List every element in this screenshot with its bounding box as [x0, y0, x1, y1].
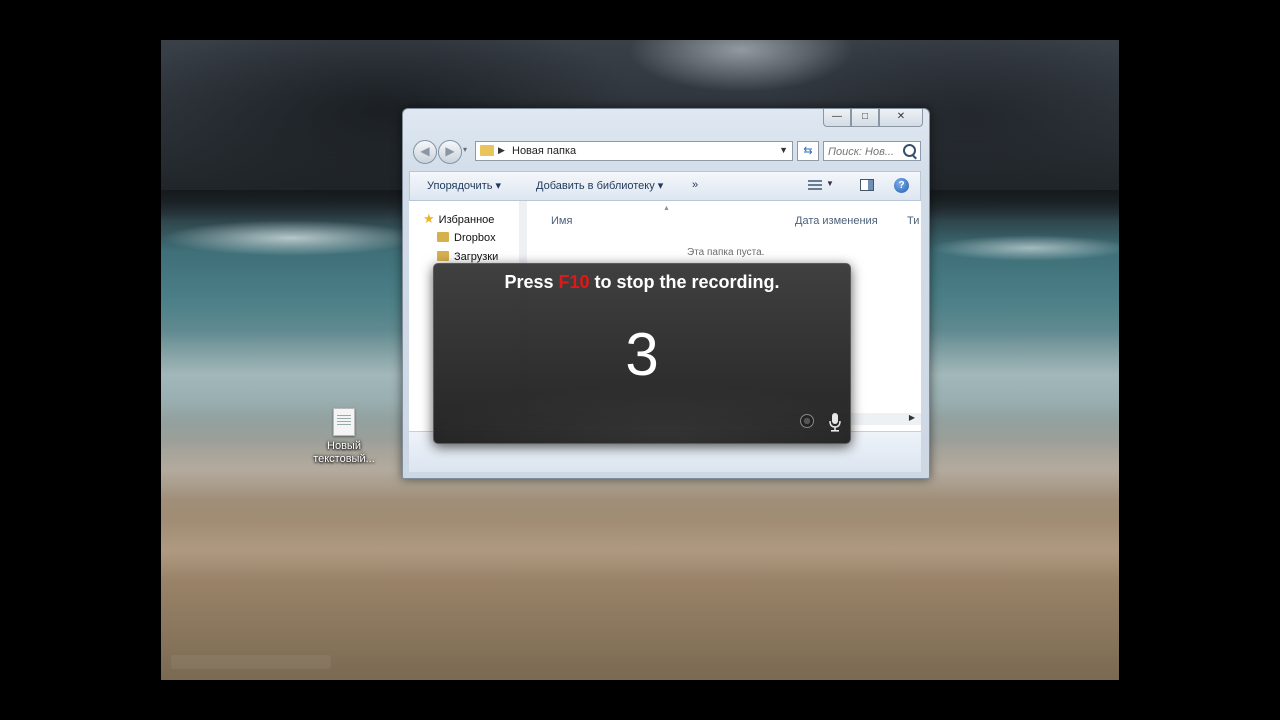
help-icon[interactable]: ? [894, 178, 909, 193]
scroll-right-icon[interactable]: ▶ [909, 413, 915, 422]
recording-countdown-overlay: Press F10 to stop the recording. 3 [433, 263, 851, 444]
desktop-icon-label: Новый текстовый... [304, 440, 384, 466]
wallpaper-wave [931, 235, 1119, 261]
wallpaper-streak [161, 520, 1119, 580]
address-dropdown-icon[interactable]: ▼ [779, 145, 788, 155]
star-icon: ★ [423, 211, 435, 226]
folder-icon [437, 232, 449, 242]
text-file-icon [333, 408, 355, 436]
nav-item-label: Dropbox [454, 232, 496, 244]
search-input[interactable] [824, 143, 906, 161]
stop-recording-hint: Press F10 to stop the recording. [434, 272, 850, 293]
folder-icon [480, 145, 494, 156]
hint-text: Press [504, 272, 559, 292]
nav-item-label: Избранное [438, 214, 495, 226]
desktop-icon-text-file[interactable]: Новый текстовый... [304, 408, 384, 466]
webcam-icon[interactable] [800, 414, 814, 428]
countdown-number: 3 [625, 321, 659, 388]
breadcrumb-arrow-icon[interactable]: ▶ [498, 145, 505, 156]
search-icon[interactable] [903, 144, 916, 157]
column-header-name[interactable]: Имя [551, 215, 572, 227]
taskbar-ghost [171, 655, 331, 669]
preview-pane-icon[interactable] [860, 179, 874, 191]
microphone-icon[interactable] [827, 412, 843, 432]
recent-pages-chevron-icon[interactable]: ▾ [463, 145, 467, 154]
more-commands-button[interactable]: » [692, 179, 698, 191]
hint-text: to stop the recording. [589, 272, 780, 292]
navigation-bar: ◀ ▶ ▾ ▶ Новая папка ▼ ⇆ [411, 139, 921, 164]
add-to-library-menu[interactable]: Добавить в библиотеку ▾ [536, 179, 663, 192]
command-bar: Упорядочить ▾ Добавить в библиотеку ▾ » … [409, 171, 921, 201]
view-options-chevron-icon[interactable]: ▼ [826, 179, 834, 188]
caption-buttons: — □ ✕ [823, 109, 923, 127]
desktop-icon-label-line: текстовый... [313, 453, 375, 465]
wallpaper-wave [161, 220, 421, 256]
column-header-date[interactable]: Дата изменения [795, 215, 878, 227]
desktop-icon-label-line: Новый [327, 440, 361, 452]
close-button[interactable]: ✕ [879, 109, 923, 127]
change-view-icon[interactable] [808, 180, 822, 192]
sort-caret-icon: ▲ [663, 205, 670, 212]
search-box[interactable] [823, 141, 921, 161]
nav-item-favorites[interactable]: ★ Избранное [423, 211, 494, 229]
nav-item-dropbox[interactable]: Dropbox [437, 232, 496, 250]
back-button[interactable]: ◀ [413, 140, 437, 164]
empty-folder-message: Эта папка пуста. [687, 247, 765, 258]
column-header-type[interactable]: Ти [907, 215, 919, 227]
organize-menu[interactable]: Упорядочить ▾ [427, 179, 501, 192]
forward-button[interactable]: ▶ [438, 140, 462, 164]
hotkey-label: F10 [558, 272, 590, 292]
nav-item-label: Загрузки [454, 251, 499, 263]
refresh-icon[interactable]: ⇆ [797, 141, 819, 161]
breadcrumb-current-folder[interactable]: Новая папка [512, 145, 576, 157]
maximize-button[interactable]: □ [851, 109, 879, 127]
folder-icon [437, 251, 449, 261]
minimize-button[interactable]: — [823, 109, 851, 127]
address-bar[interactable]: ▶ Новая папка ▼ [475, 141, 793, 161]
